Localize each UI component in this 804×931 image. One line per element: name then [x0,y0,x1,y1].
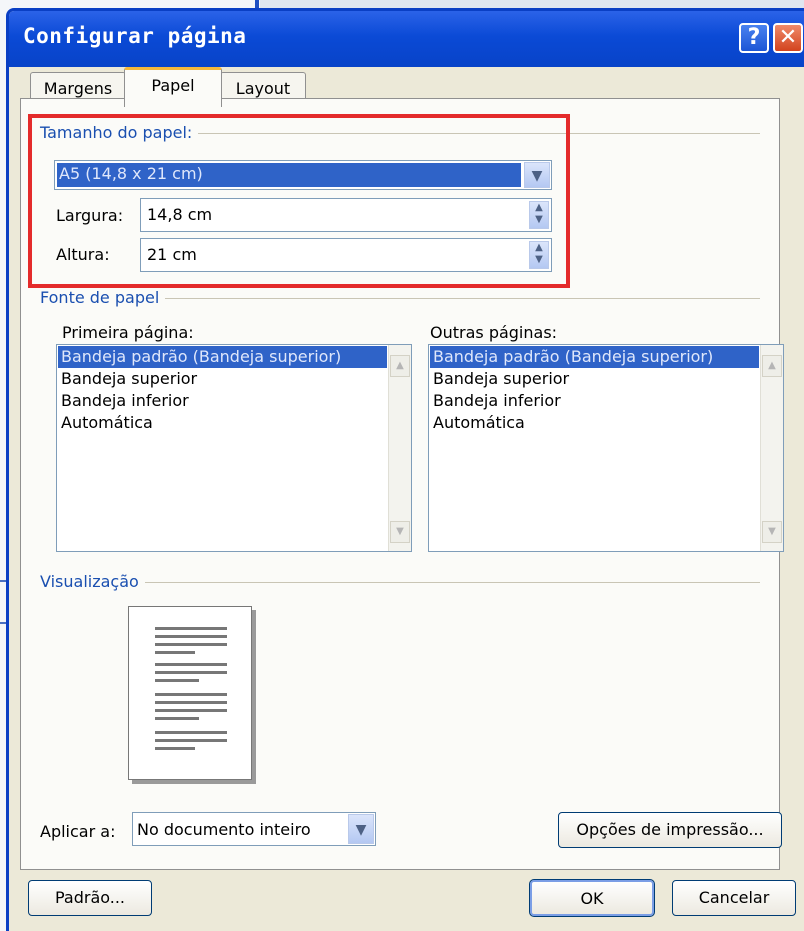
list-item[interactable]: Bandeja inferior [58,390,387,412]
ok-button[interactable]: OK [529,879,655,917]
first-page-list[interactable]: Bandeja padrão (Bandeja superior) Bandej… [56,344,412,552]
list-item[interactable]: Bandeja padrão (Bandeja superior) [430,346,759,368]
group-divider [40,582,760,583]
preview-label: Visualização [40,572,145,591]
tab-label: Margens [43,79,113,98]
dialog-title: Configurar página [23,24,247,48]
print-options-button[interactable]: Opções de impressão... [558,812,782,848]
list-item[interactable]: Bandeja superior [430,368,759,390]
page-preview [128,606,252,780]
list-item[interactable]: Bandeja padrão (Bandeja superior) [58,346,387,368]
cancel-button[interactable]: Cancelar [672,880,796,916]
other-pages-list[interactable]: Bandeja padrão (Bandeja superior) Bandej… [428,344,784,552]
default-button[interactable]: Padrão... [28,880,152,916]
tab-papel[interactable]: Papel [124,67,222,107]
other-pages-label: Outras páginas: [430,323,558,342]
scroll-up-icon[interactable]: ▲ [390,355,410,377]
list-item[interactable]: Bandeja superior [58,368,387,390]
list-item[interactable]: Automática [430,412,759,434]
apply-to-value: No documento inteiro [137,820,311,839]
scroll-down-icon[interactable]: ▼ [390,521,410,543]
first-page-label: Primeira página: [62,323,194,342]
tab-label: Papel [151,76,195,95]
list-item[interactable]: Automática [58,412,387,434]
apply-to-select[interactable]: No documento inteiro ▼ [132,812,376,846]
scrollbar[interactable]: ▲ ▼ [388,345,411,551]
title-bar[interactable]: Configurar página ? ✕ [9,11,804,67]
help-icon: ? [747,25,761,50]
help-button[interactable]: ? [739,23,769,53]
apply-to-label: Aplicar a: [40,822,116,841]
highlight-box [28,114,570,288]
chevron-down-icon[interactable]: ▼ [348,814,374,844]
scroll-up-icon[interactable]: ▲ [762,355,782,377]
close-button[interactable]: ✕ [773,23,803,53]
list-item[interactable]: Bandeja inferior [430,390,759,412]
scrollbar[interactable]: ▲ ▼ [760,345,783,551]
tab-label: Layout [235,79,291,98]
scroll-down-icon[interactable]: ▼ [762,521,782,543]
paper-source-label: Fonte de papel [40,288,166,307]
close-icon: ✕ [778,25,798,50]
